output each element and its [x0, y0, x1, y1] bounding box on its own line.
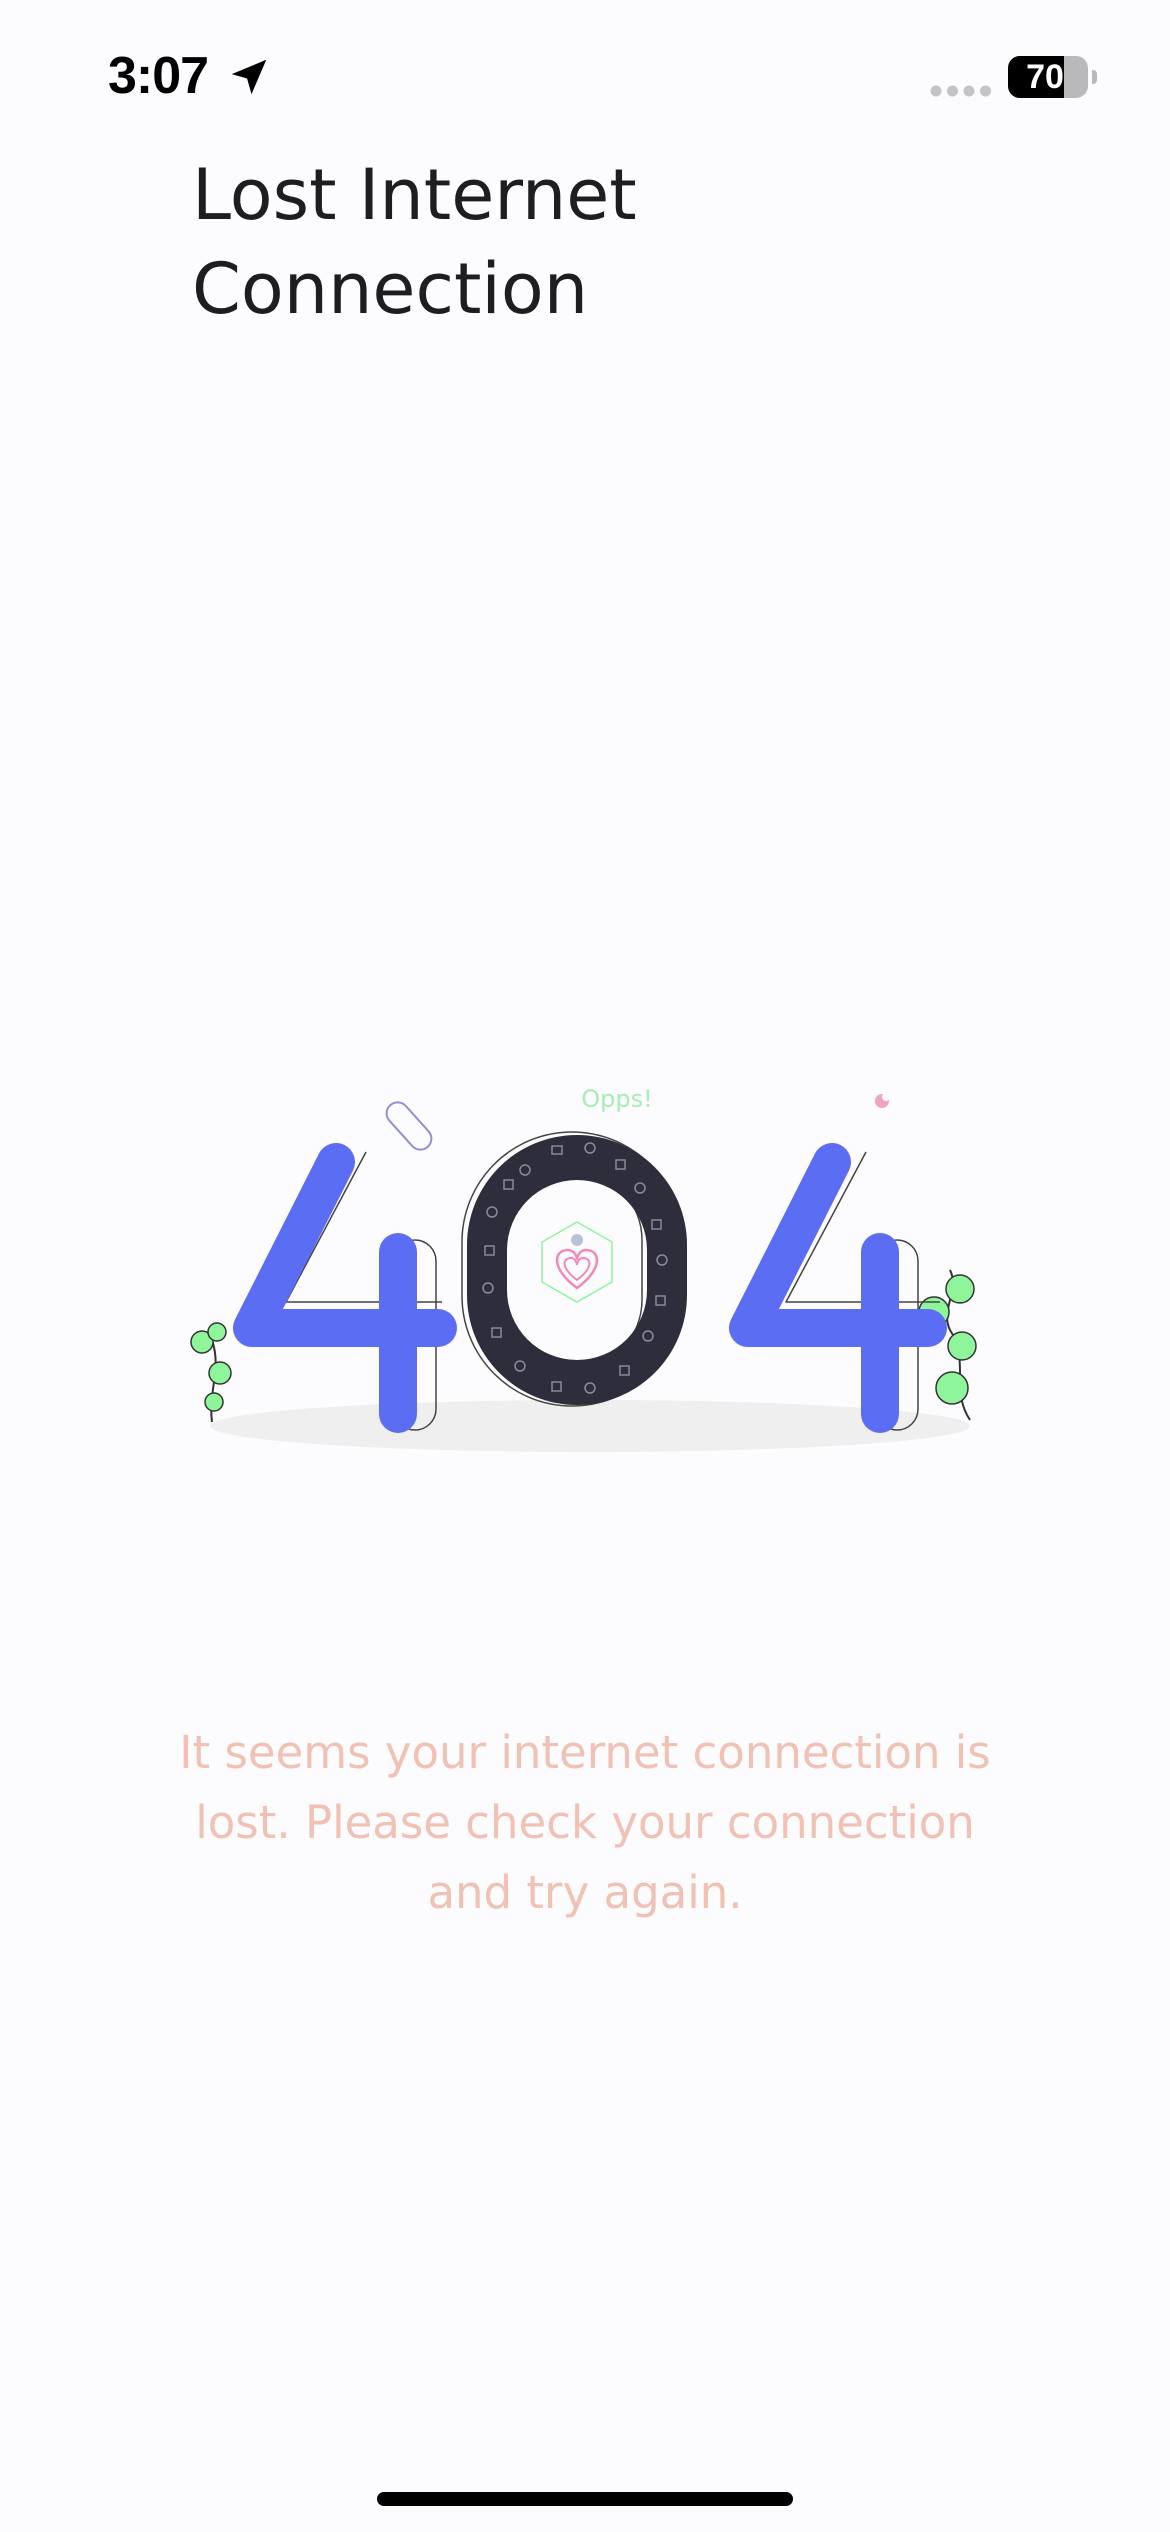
right-four-digit	[729, 1143, 947, 1433]
capsule-decoration	[385, 1101, 433, 1151]
page-title: Lost Internet Connection	[192, 154, 637, 330]
home-indicator[interactable]	[377, 2492, 793, 2506]
status-bar: 3:07 70	[0, 0, 1170, 150]
signal-icon	[930, 85, 991, 97]
left-four-digit	[233, 1143, 457, 1433]
oops-label: Opps!	[581, 1085, 652, 1113]
ground-shadow	[210, 1400, 970, 1452]
connection-lost-message: It seems your internet connection is los…	[179, 1726, 991, 1919]
zero-digit	[467, 1135, 687, 1405]
status-time: 3:07	[108, 47, 209, 105]
battery-level: 70	[1026, 58, 1064, 96]
404-illustration: Opps!	[190, 1085, 977, 1452]
heart-emblem-icon	[541, 1221, 613, 1303]
location-arrow-icon	[231, 59, 267, 95]
battery-icon: 70	[1008, 56, 1097, 98]
battery-tip	[1092, 70, 1097, 84]
